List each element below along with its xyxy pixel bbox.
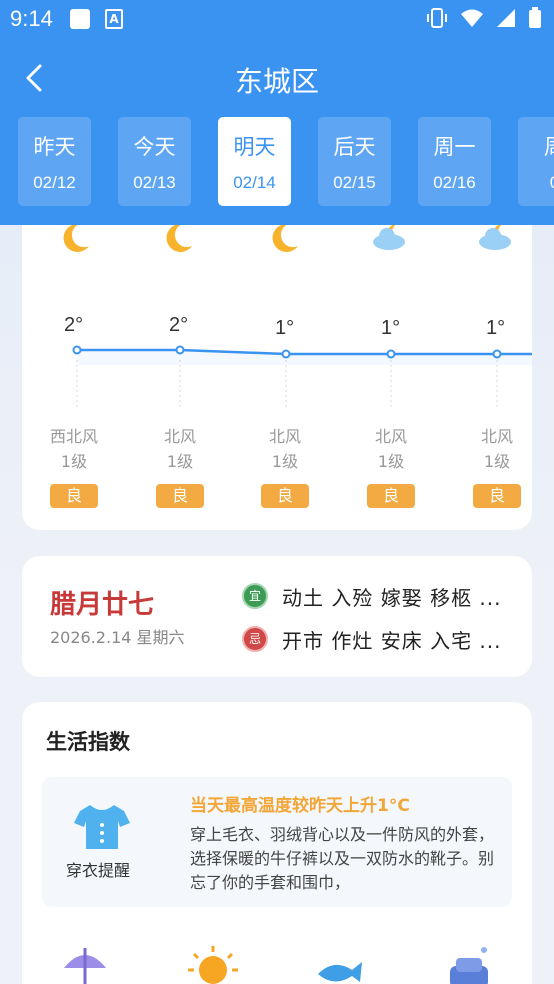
wind-direction: 西北风	[49, 427, 98, 446]
yi-badge: 宜	[242, 583, 268, 609]
wind-info: 北风 1级	[145, 424, 215, 474]
clothing-headline: 当天最高温度较昨天上升1°C	[190, 796, 410, 816]
sun-icon[interactable]	[188, 942, 238, 984]
wind-direction: 北风	[480, 427, 513, 446]
tab-tomorrow[interactable]: 明天 02/14	[218, 117, 291, 206]
clothing-description: 穿上毛衣、羽绒背心以及一件防风的外套，选择保暖的牛仔裤以及一双防水的靴子。别忘了…	[190, 825, 495, 892]
tab-day-date: 02/14	[233, 173, 276, 192]
wind-direction: 北风	[268, 427, 301, 446]
tab-day-date: 02/12	[33, 173, 76, 192]
wind-level: 1级	[377, 452, 405, 471]
aqi-badge: 良	[156, 484, 204, 508]
status-bar: 9:14 A	[0, 0, 554, 38]
tab-day-date: 0	[518, 173, 554, 193]
tab-day-name: 明天	[233, 135, 276, 159]
clothing-label: 穿衣提醒	[66, 861, 131, 880]
temp-point	[281, 349, 291, 359]
life-index-card: 生活指数 穿衣提醒 当天最高温度较昨天上升1°C 穿上毛衣、羽绒背心以及一件防风…	[22, 702, 532, 984]
tab-day-name: 后天	[333, 135, 376, 159]
moon-icon	[272, 223, 298, 252]
wind-level: 1级	[483, 452, 511, 471]
wifi-icon	[461, 9, 483, 27]
wind-level: 1级	[166, 452, 194, 471]
tab-day-date: 02/15	[333, 173, 376, 192]
cloud-part	[379, 228, 395, 244]
wind-direction: 北风	[374, 427, 407, 446]
temp-label: 2°	[169, 314, 189, 336]
yi-row: 宜 动土 入殓 嫁娶 移柩 ...	[242, 581, 522, 611]
navbar: 东城区	[0, 50, 554, 106]
temp-area	[77, 350, 532, 365]
aqi-badge: 良	[473, 484, 521, 508]
tab-day-name: 昨天	[33, 135, 76, 159]
day-tabs: 昨天 02/12 今天 02/13 明天 02/14 后天 02/15 周一 0…	[18, 117, 554, 207]
cloud-part	[485, 228, 501, 244]
wind-level: 1级	[271, 452, 299, 471]
temp-point	[175, 345, 185, 355]
almanac-card[interactable]: 腊月廿七 2026.2.14 星期六 宜 动土 入殓 嫁娶 移柩 ... 忌 开…	[22, 556, 532, 677]
tab-monday[interactable]: 周一 02/16	[418, 117, 491, 206]
ji-text: 开市 作灶 安床 入宅 ...	[282, 628, 502, 653]
temp-point	[492, 349, 502, 359]
notification-icon	[70, 9, 90, 29]
aqi-badge: 良	[50, 484, 98, 508]
ji-badge: 忌	[242, 626, 268, 652]
forecast-chart	[63, 223, 532, 408]
tab-day-date: 02/13	[133, 173, 176, 192]
tab-day-name: 周	[518, 131, 554, 161]
wind-info: 北风 1级	[356, 424, 426, 474]
tab-today[interactable]: 今天 02/13	[118, 117, 191, 206]
moon-icon	[166, 223, 192, 252]
keyboard-icon: A	[105, 9, 123, 29]
tab-day-after-tomorrow[interactable]: 后天 02/15	[318, 117, 391, 206]
status-time: 9:14	[10, 6, 53, 31]
aqi-badge: 良	[261, 484, 309, 508]
header: 9:14 A 东城区 昨天 02/12 今天 02/13 明天 02/14 后天…	[0, 0, 554, 225]
signal-icon	[497, 9, 515, 27]
yi-text: 动土 入殓 嫁娶 移柩 ...	[282, 585, 502, 610]
wind-direction: 北风	[163, 427, 196, 446]
temp-point	[72, 345, 82, 355]
solar-date: 2026.2.14 星期六	[50, 628, 185, 647]
tab-next[interactable]: 周 0	[518, 117, 554, 206]
tab-day-name: 今天	[133, 135, 176, 159]
temp-label: 1°	[381, 317, 401, 339]
fish-icon[interactable]	[314, 942, 364, 984]
aqi-badge: 良	[367, 484, 415, 508]
shirt-icon	[74, 805, 130, 849]
lunar-date: 腊月廿七	[50, 590, 155, 620]
temp-label: 1°	[486, 317, 506, 339]
tab-yesterday[interactable]: 昨天 02/12	[18, 117, 91, 206]
section-title: 生活指数	[46, 730, 130, 754]
vibrate-icon	[427, 8, 447, 28]
wind-info: 北风 1级	[462, 424, 532, 474]
ji-row: 忌 开市 作灶 安床 入宅 ...	[242, 624, 522, 654]
hourly-forecast-card: 2° 2° 1° 1° 1° 西北风 1级 北风 1级 北风 1级 北风 1级 …	[22, 190, 532, 530]
temp-label: 2°	[64, 314, 84, 336]
clothing-panel[interactable]: 穿衣提醒 当天最高温度较昨天上升1°C 穿上毛衣、羽绒背心以及一件防风的外套，选…	[42, 777, 512, 907]
temp-point	[386, 349, 396, 359]
tab-day-date: 02/16	[433, 173, 476, 192]
page-title: 东城区	[234, 65, 319, 98]
wind-level: 1级	[60, 452, 88, 471]
tab-day-name: 周一	[433, 135, 476, 159]
car-icon[interactable]	[444, 942, 494, 984]
wind-info: 北风 1级	[250, 424, 320, 474]
wind-info: 西北风 1级	[39, 424, 109, 474]
battery-icon	[529, 7, 541, 28]
moon-icon	[63, 223, 89, 252]
status-icons	[426, 6, 542, 30]
temp-label: 1°	[275, 317, 295, 339]
umbrella-icon[interactable]	[60, 942, 110, 984]
